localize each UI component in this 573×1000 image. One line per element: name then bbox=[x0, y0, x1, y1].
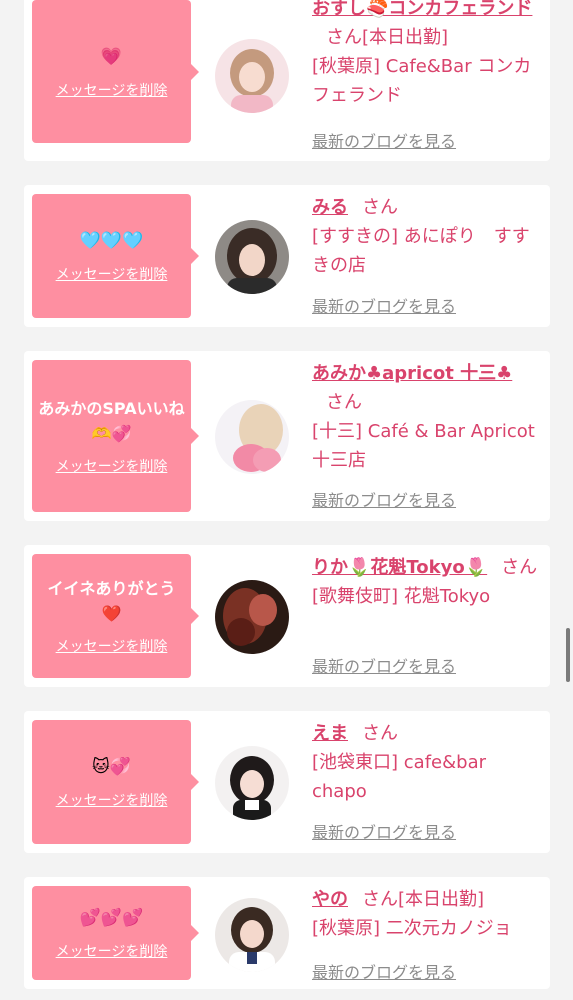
message-emoji: 💕💕💕 bbox=[79, 908, 144, 928]
message-text: あみかのSPAいいね🫶💞 bbox=[38, 399, 185, 443]
shop-name: [歌舞伎町] 花魁Tokyo bbox=[312, 586, 491, 607]
latest-blog-link[interactable]: 最新のブログを見る bbox=[312, 819, 456, 843]
avatar[interactable] bbox=[215, 220, 289, 294]
work-status: [本日出勤] bbox=[362, 27, 449, 48]
list-item: 💗 メッセージを削除 おすし🍣コンカフェランドさん[本日出勤] [秋葉原] Ca… bbox=[24, 0, 550, 161]
profile-name-link[interactable]: やの bbox=[312, 889, 348, 910]
profile-info: やの さん[本日出勤] [秋葉原] 二次元カノジョ bbox=[312, 885, 544, 943]
delete-message-link[interactable]: メッセージを削除 bbox=[56, 80, 168, 100]
list-item: 🐱💞 メッセージを削除 えま さん [池袋東口] cafe&bar chapo 最… bbox=[24, 711, 550, 853]
shop-name: [すすきの] あにぽり すすきの店 bbox=[312, 226, 530, 276]
message-bubble: 🐱💞 メッセージを削除 bbox=[32, 720, 191, 844]
delete-message-link[interactable]: メッセージを削除 bbox=[56, 456, 168, 476]
message-bubble: 🩵🩵🩵 メッセージを削除 bbox=[32, 194, 191, 318]
delete-message-link[interactable]: メッセージを削除 bbox=[56, 941, 168, 961]
avatar[interactable] bbox=[215, 39, 289, 113]
honorific: さん bbox=[362, 197, 398, 218]
message-text: イイネありがとう❤️ bbox=[47, 579, 176, 623]
avatar[interactable] bbox=[215, 898, 289, 972]
honorific: さん bbox=[501, 557, 538, 578]
message-list: 💗 メッセージを削除 おすし🍣コンカフェランドさん[本日出勤] [秋葉原] Ca… bbox=[0, 0, 573, 1000]
profile-name-link[interactable]: おすし🍣コンカフェランド bbox=[312, 0, 532, 19]
delete-message-link[interactable]: メッセージを削除 bbox=[56, 636, 168, 656]
list-item: 💕💕💕 メッセージを削除 やの さん[本日出勤] [秋葉原] 二次元カノジョ 最新… bbox=[24, 877, 550, 989]
honorific: さん bbox=[362, 723, 398, 744]
list-item: イイネありがとう❤️ メッセージを削除 りか🌷花魁Tokyo🌷 さん [歌舞伎町]… bbox=[24, 545, 550, 687]
profile-info: えま さん [池袋東口] cafe&bar chapo bbox=[312, 719, 544, 806]
profile-name-link[interactable]: みる bbox=[312, 197, 348, 218]
shop-name: [秋葉原] 二次元カノジョ bbox=[312, 918, 512, 939]
message-bubble: 💗 メッセージを削除 bbox=[32, 0, 191, 143]
avatar[interactable] bbox=[215, 400, 289, 474]
profile-info: あみか♣apricot 十三♣ さん [十三] Café & Bar Aprico… bbox=[312, 359, 544, 475]
delete-message-link[interactable]: メッセージを削除 bbox=[56, 790, 168, 810]
latest-blog-link[interactable]: 最新のブログを見る bbox=[312, 487, 456, 511]
message-emoji: 💗 bbox=[100, 46, 123, 67]
honorific: さん bbox=[326, 392, 362, 413]
shop-name: [秋葉原] Cafe&Bar コンカフェランド bbox=[312, 56, 532, 106]
profile-name-link[interactable]: えま bbox=[312, 723, 348, 744]
honorific: さん bbox=[362, 889, 398, 910]
avatar[interactable] bbox=[215, 580, 289, 654]
message-emoji: 🩵🩵🩵 bbox=[79, 231, 144, 251]
latest-blog-link[interactable]: 最新のブログを見る bbox=[312, 128, 456, 152]
delete-message-link[interactable]: メッセージを削除 bbox=[56, 264, 168, 284]
profile-info: りか🌷花魁Tokyo🌷 さん [歌舞伎町] 花魁Tokyo bbox=[312, 553, 544, 611]
latest-blog-link[interactable]: 最新のブログを見る bbox=[312, 293, 456, 317]
work-status: [本日出勤] bbox=[398, 889, 485, 910]
honorific: さん bbox=[326, 27, 362, 48]
message-bubble: イイネありがとう❤️ メッセージを削除 bbox=[32, 554, 191, 678]
profile-name-link[interactable]: あみか♣apricot 十三♣ bbox=[312, 363, 512, 384]
message-emoji: 🐱💞 bbox=[92, 757, 131, 777]
scrollbar[interactable] bbox=[566, 628, 570, 682]
list-item: 🩵🩵🩵 メッセージを削除 みる さん [すすきの] あにぽり すすきの店 最新のブ… bbox=[24, 185, 550, 327]
latest-blog-link[interactable]: 最新のブログを見る bbox=[312, 959, 456, 983]
message-bubble: 💕💕💕 メッセージを削除 bbox=[32, 886, 191, 980]
shop-name: [十三] Café & Bar Apricot 十三店 bbox=[312, 421, 535, 471]
list-item: あみかのSPAいいね🫶💞 メッセージを削除 あみか♣apricot 十三♣ さん … bbox=[24, 351, 550, 521]
profile-info: みる さん [すすきの] あにぽり すすきの店 bbox=[312, 193, 544, 280]
latest-blog-link[interactable]: 最新のブログを見る bbox=[312, 653, 456, 677]
avatar[interactable] bbox=[215, 746, 289, 820]
profile-name-link[interactable]: りか🌷花魁Tokyo🌷 bbox=[312, 557, 487, 578]
profile-info: おすし🍣コンカフェランドさん[本日出勤] [秋葉原] Cafe&Bar コンカフ… bbox=[312, 0, 544, 110]
message-bubble: あみかのSPAいいね🫶💞 メッセージを削除 bbox=[32, 360, 191, 512]
shop-name: [池袋東口] cafe&bar chapo bbox=[312, 752, 486, 802]
